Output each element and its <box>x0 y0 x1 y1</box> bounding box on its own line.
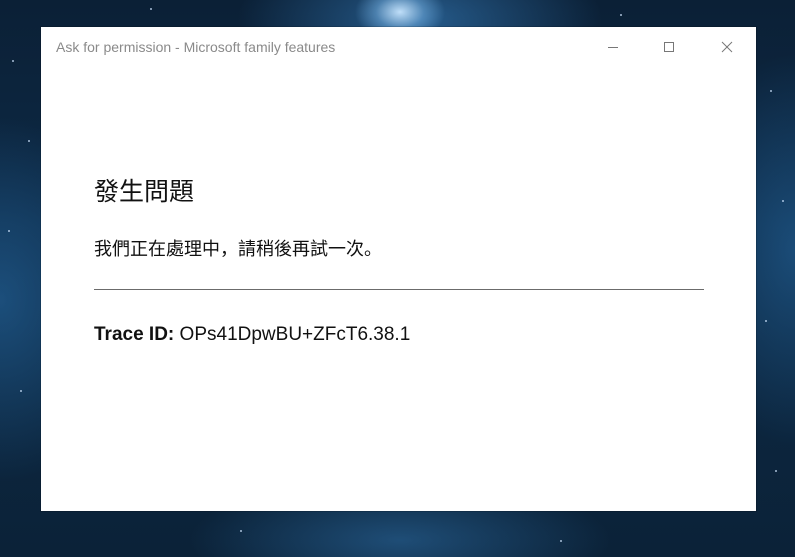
wallpaper-star <box>620 14 622 16</box>
wallpaper-star <box>28 140 30 142</box>
wallpaper-star <box>770 90 772 92</box>
divider <box>94 289 704 290</box>
trace-id-value[interactable]: OPs41DpwBU+ZFcT6.38.1 <box>180 324 411 345</box>
wallpaper-star <box>240 530 242 532</box>
wallpaper-star <box>560 540 562 542</box>
minimize-button[interactable] <box>590 27 636 67</box>
error-heading: 發生問題 <box>94 177 195 206</box>
wallpaper-star <box>20 390 22 392</box>
wallpaper-star <box>765 320 767 322</box>
trace-id-label: Trace ID: <box>94 324 175 345</box>
wallpaper-star <box>782 200 784 202</box>
title-bar[interactable]: Ask for permission - Microsoft family fe… <box>41 27 756 68</box>
minimize-icon <box>608 47 618 48</box>
window-title: Ask for permission - Microsoft family fe… <box>56 39 336 55</box>
close-button[interactable] <box>704 27 750 67</box>
trace-id[interactable]: Trace ID: OPs41DpwBU+ZFcT6.38.1 <box>94 322 410 348</box>
dialog-window: Ask for permission - Microsoft family fe… <box>41 27 756 511</box>
wallpaper-star <box>775 470 777 472</box>
maximize-button[interactable] <box>646 27 692 67</box>
error-message: 我們正在處理中，請稍後再試一次。 <box>94 239 382 260</box>
wallpaper-star <box>150 8 152 10</box>
close-icon <box>721 41 733 53</box>
maximize-icon <box>664 42 674 52</box>
wallpaper-star <box>8 230 10 232</box>
wallpaper-star <box>12 60 14 62</box>
